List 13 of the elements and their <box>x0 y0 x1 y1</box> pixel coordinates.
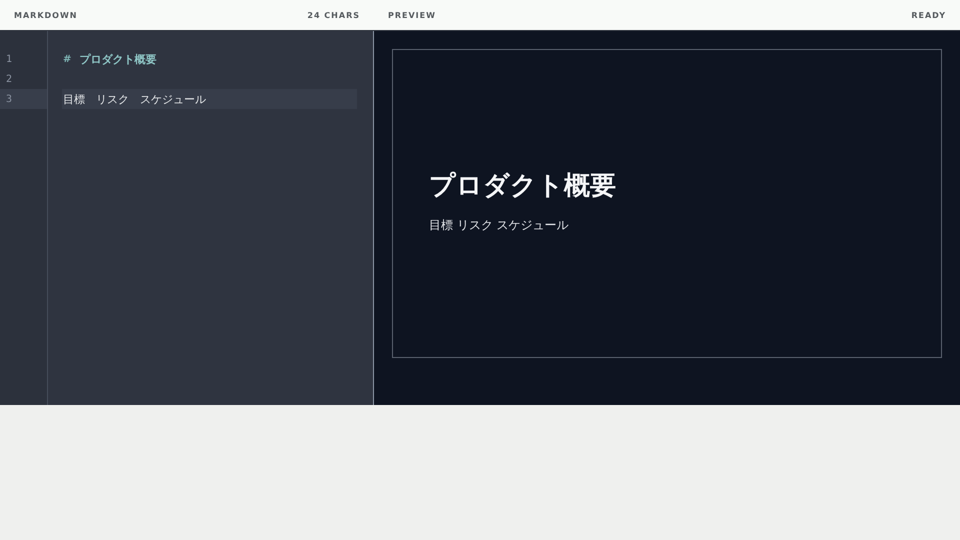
line-number: 1 <box>5 52 14 66</box>
heading-marker: # <box>63 54 72 64</box>
char-count: 24 CHARS <box>307 10 360 20</box>
heading-text: プロダクト概要 <box>79 52 156 66</box>
preview-heading: プロダクト概要 <box>429 170 617 203</box>
preview-text: 目標 リスク スケジュール <box>429 217 570 234</box>
line-number: 2 <box>5 72 14 86</box>
line-number: 3 <box>0 89 47 109</box>
editor-pane[interactable]: 1 2 3 # プロダクト概要 目標 リスク スケジュール <box>0 31 374 405</box>
pane-title: PREVIEW <box>388 10 436 20</box>
status-label: READY <box>911 10 946 20</box>
line-text: 目標 リスク スケジュール <box>63 92 206 106</box>
pane-title: MARKDOWN <box>14 10 78 20</box>
